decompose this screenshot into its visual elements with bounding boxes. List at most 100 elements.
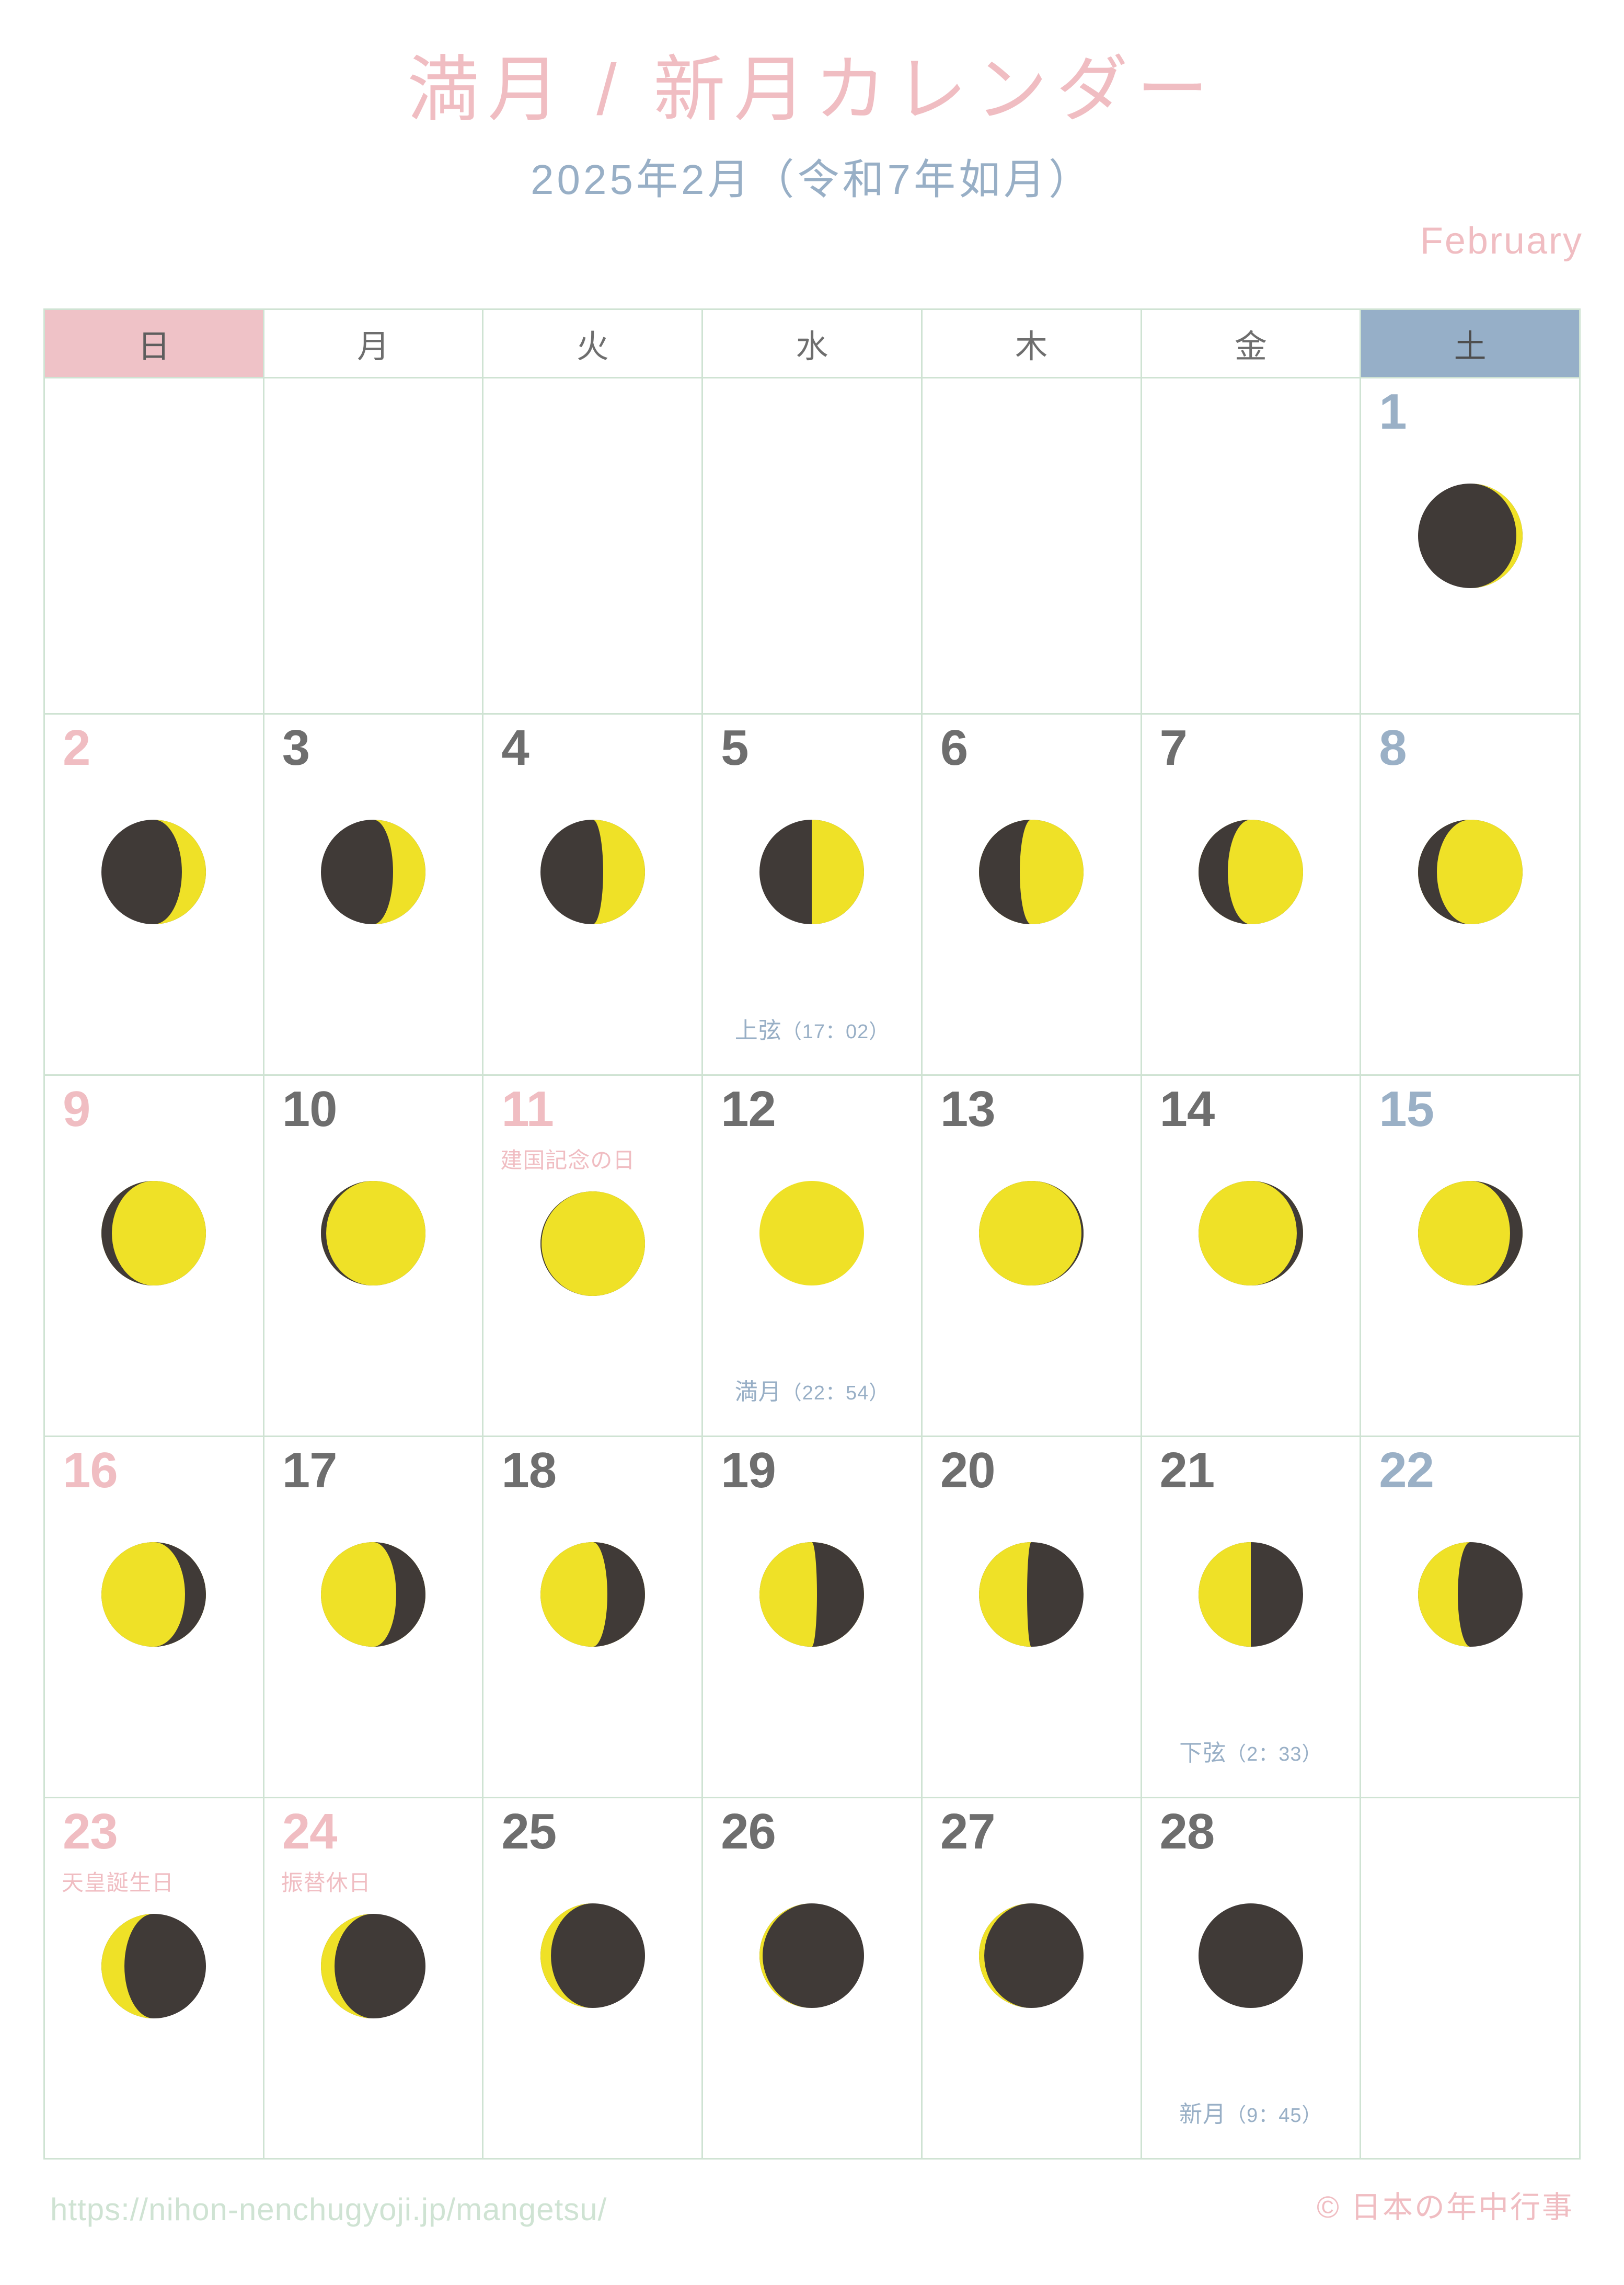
day-number: 1 [1379,384,1407,440]
moon-phase-icon [971,1173,1091,1293]
calendar-cell-27[interactable]: 27 [920,1797,1142,2160]
calendar-cell-16[interactable]: 16 [43,1436,264,1798]
moon-phase-icon [533,1896,653,2016]
day-number: 7 [1159,720,1188,776]
day-number: 4 [501,720,529,776]
day-number: 24 [282,1804,338,1859]
calendar-cell-23[interactable]: 23 天皇誕生日 [43,1797,264,2160]
calendar-cell-9[interactable]: 9 [43,1074,264,1437]
moon-phase-wrapper [264,1173,482,1293]
moon-phase-icon [313,1173,433,1293]
month-english-label: February [1420,220,1583,262]
calendar-cell-empty [482,377,704,715]
calendar-cell-empty [1360,1797,1581,2160]
moon-phase-wrapper [1361,1534,1579,1655]
calendar-week-row: 9 10 11 建国記念の日 12 満月（22：54） 13 14 15 [43,1074,1581,1437]
calendar-cell-24[interactable]: 24 振替休日 [262,1797,484,2160]
day-number: 22 [1379,1442,1434,1498]
calendar-cell-1[interactable]: 1 [1360,377,1581,715]
day-number: 20 [940,1442,996,1498]
moon-phase-label: 新月（9：45） [1142,2095,1360,2129]
calendar-cell-11[interactable]: 11 建国記念の日 [482,1074,704,1437]
day-number: 14 [1159,1081,1215,1137]
moon-phase-time: （9：45） [1226,2105,1322,2127]
day-number: 19 [721,1442,776,1498]
moon-phase-wrapper [1361,1173,1579,1293]
calendar-cell-2[interactable]: 2 [43,713,264,1076]
holiday-label: 振替休日 [281,1870,371,1895]
calendar-cell-22[interactable]: 22 [1360,1436,1581,1798]
weekday-header-5: 金 [1140,308,1362,378]
calendar-cell-25[interactable]: 25 [482,1797,704,2160]
day-number: 28 [1159,1804,1215,1859]
day-number: 17 [282,1442,338,1498]
calendar-cell-7[interactable]: 7 [1140,713,1362,1076]
calendar-cell-28[interactable]: 28 新月（9：45） [1140,1797,1362,2160]
calendar-cell-19[interactable]: 19 [701,1436,923,1798]
moon-phase-wrapper [483,1896,701,2016]
calendar-cell-empty [1140,377,1362,715]
moon-phase-icon [1191,1896,1311,2016]
moon-phase-label: 下弦（2：33） [1142,1734,1360,1767]
moon-phase-icon [94,1906,214,2026]
day-number: 10 [282,1081,338,1137]
day-number: 2 [63,720,90,776]
calendar-cell-5[interactable]: 5 上弦（17：02） [701,713,923,1076]
footer-url[interactable]: https://nihon-nenchugyoji.jp/mangetsu/ [50,2191,607,2227]
moon-phase-icon [94,1173,214,1293]
moon-phase-name: 上弦 [734,1018,782,1043]
moon-phase-wrapper [923,1534,1141,1655]
calendar-cell-10[interactable]: 10 [262,1074,484,1437]
calendar-week-row: 16 17 18 19 20 21 下弦（2：33） 22 [43,1436,1581,1798]
moon-phase-wrapper [45,812,263,932]
moon-phase-wrapper [483,1184,701,1304]
calendar-cell-3[interactable]: 3 [262,713,484,1076]
moon-phase-icon [533,812,653,932]
moon-phase-wrapper [1142,1534,1360,1655]
day-number: 12 [721,1081,776,1137]
calendar-cell-12[interactable]: 12 満月（22：54） [701,1074,923,1437]
calendar-cell-26[interactable]: 26 [701,1797,923,2160]
moon-phase-label: 満月（22：54） [703,1373,921,1406]
day-number: 26 [721,1804,776,1859]
moon-phase-wrapper [923,1896,1141,2016]
calendar-cell-21[interactable]: 21 下弦（2：33） [1140,1436,1362,1798]
day-number: 5 [721,720,748,776]
moon-phase-icon [313,1534,433,1655]
calendar-cell-15[interactable]: 15 [1360,1074,1581,1437]
calendar-cell-17[interactable]: 17 [262,1436,484,1798]
moon-phase-icon [971,1896,1091,2016]
calendar-cell-14[interactable]: 14 [1140,1074,1362,1437]
weekday-header-0: 日 [43,308,264,378]
calendar-cell-6[interactable]: 6 [920,713,1142,1076]
calendar-week-row: 1 [43,377,1581,715]
moon-phase-icon [533,1184,653,1304]
moon-phase-wrapper [45,1906,263,2026]
day-number: 11 [501,1081,554,1137]
day-number: 27 [940,1804,996,1859]
moon-phase-icon [1410,812,1530,932]
calendar-cell-8[interactable]: 8 [1360,713,1581,1076]
day-number: 13 [940,1081,996,1137]
holiday-label: 建国記念の日 [500,1148,636,1173]
moon-phase-wrapper [703,812,921,932]
moon-phase-name: 満月 [734,1379,782,1405]
day-number: 3 [282,720,310,776]
calendar-cell-empty [43,377,264,715]
calendar-cell-13[interactable]: 13 [920,1074,1142,1437]
moon-phase-wrapper [1361,476,1579,596]
moon-phase-wrapper [264,1906,482,2026]
moon-phase-time: （2：33） [1226,1743,1322,1765]
moon-phase-icon [971,1534,1091,1655]
moon-phase-icon [971,812,1091,932]
weekday-header-4: 木 [920,308,1142,378]
moon-phase-icon [533,1534,653,1655]
moon-phase-icon [1410,1534,1530,1655]
calendar-cell-4[interactable]: 4 [482,713,704,1076]
calendar-page: 満月 / 新月カレンダー 2025年2月（令和7年如月） February 日月… [0,0,1624,2285]
moon-phase-wrapper [483,1534,701,1655]
calendar-cell-empty [920,377,1142,715]
calendar-cell-18[interactable]: 18 [482,1436,704,1798]
calendar-cell-20[interactable]: 20 [920,1436,1142,1798]
weekday-header-3: 水 [701,308,923,378]
